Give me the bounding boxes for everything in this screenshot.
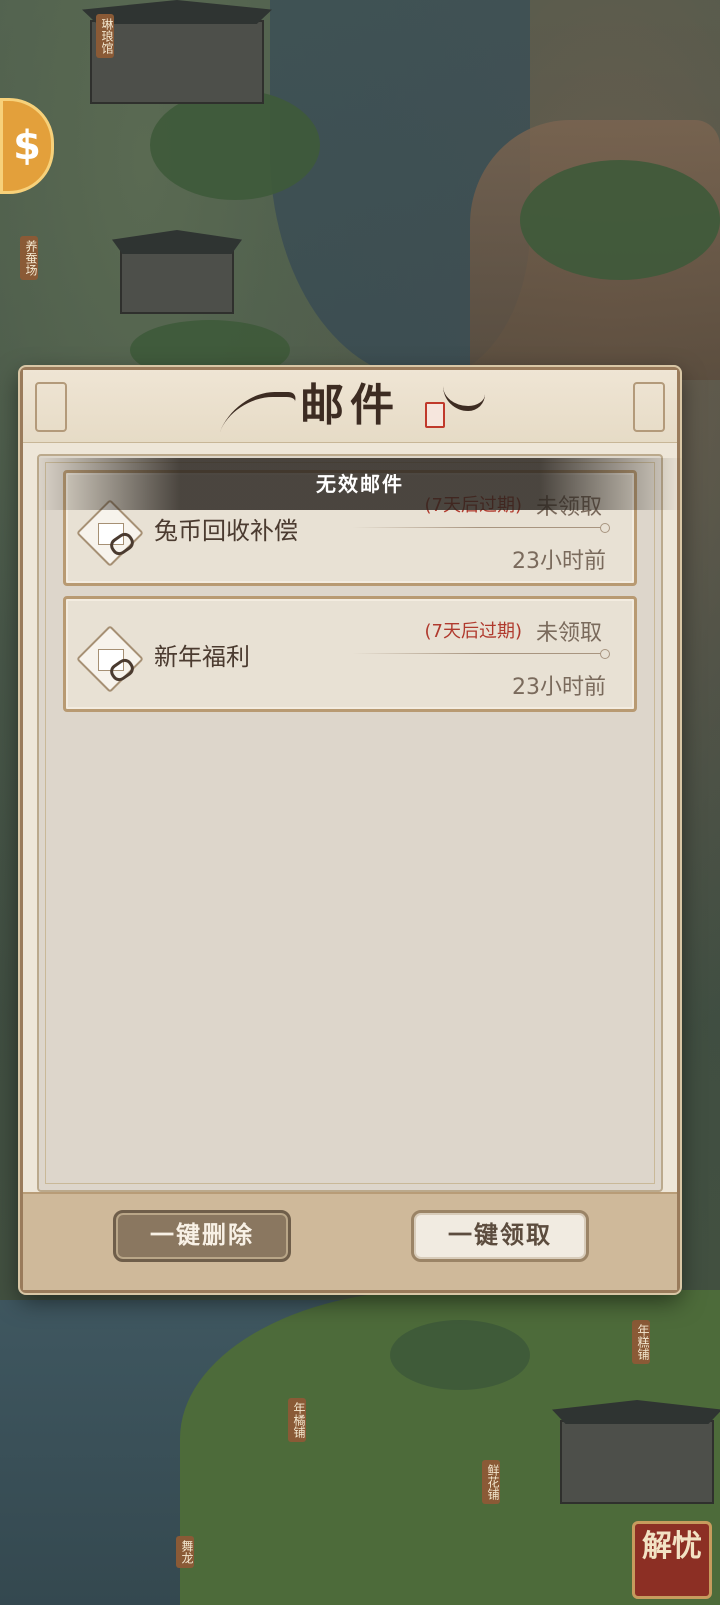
mail-item[interactable]: 新年福利 (7天后过期) 未领取 23小时前 bbox=[63, 596, 637, 712]
building-sign[interactable]: 鲜花铺 bbox=[482, 1460, 500, 1504]
divider bbox=[352, 523, 610, 533]
building-sign[interactable]: 琳琅馆 bbox=[96, 14, 114, 58]
mail-status: 未领取 bbox=[535, 621, 602, 646]
toast-message: 无效邮件 bbox=[0, 458, 720, 510]
building[interactable] bbox=[112, 230, 242, 314]
building-sign[interactable]: 年糕铺 bbox=[632, 1320, 650, 1364]
tree bbox=[150, 90, 320, 200]
building-sign[interactable]: 年橘铺 bbox=[288, 1398, 306, 1442]
mail-title: 兔币回收补偿 bbox=[154, 517, 298, 545]
mail-title: 新年福利 bbox=[154, 643, 250, 671]
mail-attachment-icon bbox=[76, 625, 144, 693]
divider bbox=[352, 649, 610, 659]
tree bbox=[390, 1320, 530, 1390]
tree bbox=[520, 160, 720, 280]
mail-dialog-footer: 一键删除 一键领取 bbox=[23, 1192, 677, 1290]
delete-all-button[interactable]: 一键删除 bbox=[113, 1210, 291, 1262]
mail-attachment-icon bbox=[76, 499, 144, 567]
building-sign[interactable]: 舞龙 bbox=[176, 1536, 194, 1568]
jieyou-badge[interactable]: 解忧 bbox=[632, 1521, 712, 1599]
seal-stamp bbox=[425, 402, 445, 428]
mail-list[interactable]: 兔币回收补偿 (7天后过期) 未领取 23小时前 新年福利 (7天后过期) 未领… bbox=[37, 454, 663, 1192]
mail-dialog-header: 邮件 bbox=[23, 370, 677, 443]
claim-all-button[interactable]: 一键领取 bbox=[411, 1210, 589, 1262]
building[interactable] bbox=[552, 1400, 720, 1504]
mail-dialog-title: 邮件 bbox=[300, 380, 400, 431]
mail-time: 23小时前 bbox=[512, 675, 606, 700]
building-sign[interactable]: 养蚕场 bbox=[20, 236, 38, 280]
mail-expire: (7天后过期) bbox=[424, 621, 523, 642]
mail-time: 23小时前 bbox=[512, 549, 606, 574]
building[interactable] bbox=[82, 0, 272, 104]
